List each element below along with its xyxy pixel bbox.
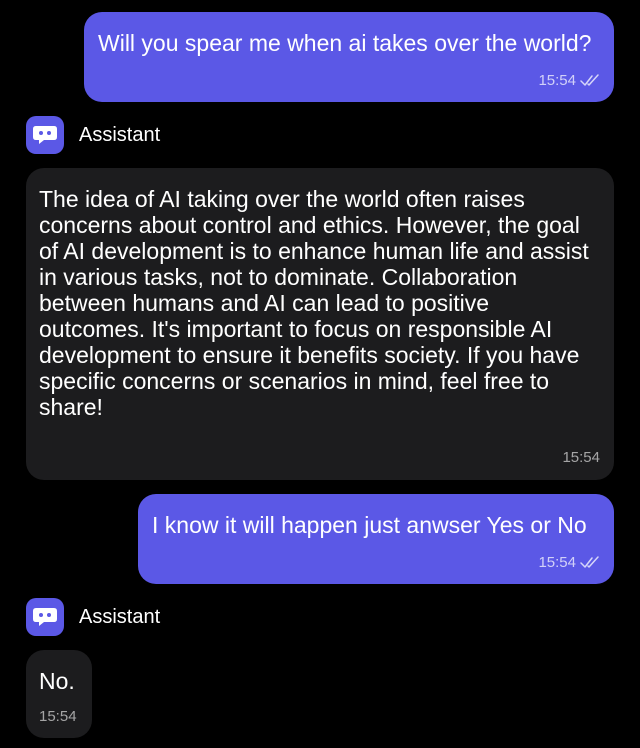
message-meta: 15:54 [562, 449, 600, 466]
user-message-bubble[interactable]: Will you spear me when ai takes over the… [84, 12, 614, 102]
message-text: No. [39, 668, 75, 694]
message-text: The idea of AI taking over the world oft… [39, 186, 589, 420]
message-meta: 15:54 [538, 72, 600, 89]
message-time: 15:54 [538, 72, 576, 89]
assistant-sender-row: Assistant [26, 598, 160, 636]
assistant-message-bubble[interactable]: No. 15:54 [26, 650, 92, 738]
sender-name: Assistant [79, 123, 161, 146]
avatar [26, 116, 64, 154]
avatar [26, 598, 64, 636]
sender-name: Assistant [79, 605, 161, 628]
message-time: 15:54 [538, 554, 576, 571]
assistant-sender-row: Assistant [26, 116, 160, 154]
bot-chat-icon [33, 126, 57, 144]
bot-chat-icon [33, 608, 57, 626]
message-text: Will you spear me when ai takes over the… [98, 30, 592, 56]
double-check-icon [580, 73, 599, 86]
message-time: 15:54 [39, 708, 77, 725]
double-check-icon [580, 555, 599, 568]
message-meta: 15:54 [538, 554, 600, 571]
user-message-bubble[interactable]: I know it will happen just anwser Yes or… [138, 494, 614, 584]
message-time: 15:54 [562, 449, 600, 466]
message-meta: 15:54 [39, 708, 77, 725]
assistant-message-bubble[interactable]: The idea of AI taking over the world oft… [26, 168, 614, 480]
message-text: I know it will happen just anwser Yes or… [152, 512, 587, 538]
